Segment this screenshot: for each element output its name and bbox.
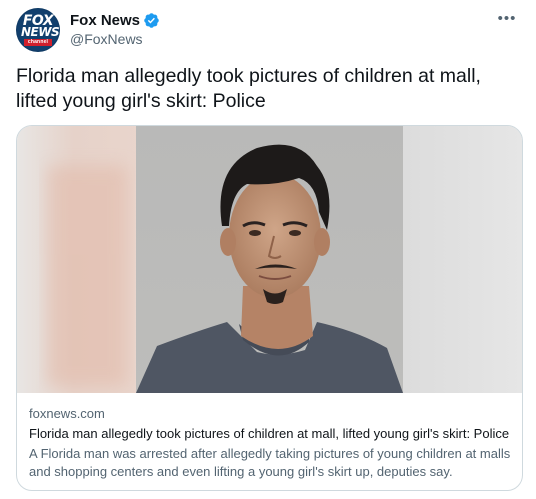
avatar-logo-news: NEWS (21, 25, 60, 39)
link-card[interactable]: foxnews.com Florida man allegedly took p… (16, 125, 523, 491)
card-domain: foxnews.com (29, 406, 105, 421)
verified-badge-icon (143, 12, 160, 29)
tweet[interactable]: FOX NEWS channel Fox News @FoxNews ••• F… (0, 0, 536, 499)
tweet-text: Florida man allegedly took pictures of c… (16, 65, 481, 112)
account-names: Fox News @FoxNews (70, 10, 160, 47)
handle[interactable]: @FoxNews (70, 31, 160, 47)
display-name[interactable]: Fox News (70, 12, 140, 29)
display-name-row: Fox News (70, 10, 160, 30)
card-title[interactable]: Florida man allegedly took pictures of c… (29, 425, 514, 443)
more-icon[interactable]: ••• (492, 8, 522, 28)
card-description: A Florida man was arrested after alleged… (29, 446, 511, 479)
avatar-logo-channel: channel (24, 39, 52, 46)
avatar[interactable]: FOX NEWS channel (16, 8, 60, 52)
card-image[interactable] (17, 126, 522, 393)
tweet-header: FOX NEWS channel Fox News @FoxNews ••• (16, 8, 522, 52)
card-body: foxnews.com Florida man allegedly took p… (29, 405, 514, 481)
